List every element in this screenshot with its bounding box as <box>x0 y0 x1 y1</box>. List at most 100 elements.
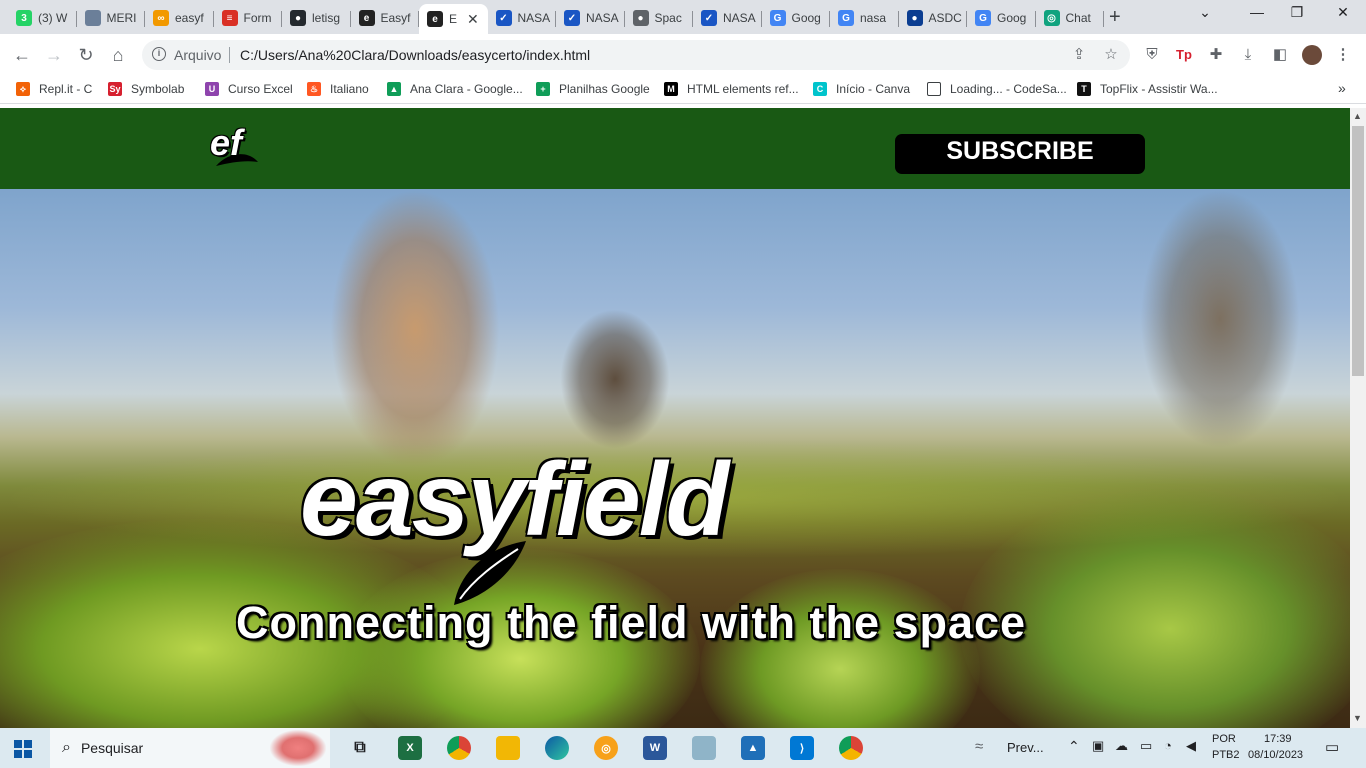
bookmark-item[interactable]: Sy Symbolab <box>108 82 184 96</box>
notes-app-icon[interactable] <box>692 736 716 760</box>
volume-icon[interactable]: ◀ <box>1186 738 1196 754</box>
browser-tab[interactable]: MERI <box>77 4 145 32</box>
onedrive-icon[interactable]: ☁ <box>1115 738 1128 754</box>
back-icon[interactable]: ← <box>11 44 33 66</box>
browser-tab[interactable]: G Goog <box>762 4 830 32</box>
tab-title: NASA <box>517 11 551 25</box>
notifications-icon[interactable]: ▭ <box>1325 738 1339 756</box>
more-bookmarks-icon[interactable]: » <box>1338 80 1346 96</box>
excel-icon[interactable]: X <box>398 736 422 760</box>
browser-app-icon[interactable]: ◎ <box>594 736 618 760</box>
browser-tab[interactable]: e E ✕ <box>419 4 488 34</box>
site-header: ef SUBSCRIBE <box>0 108 1350 189</box>
tab-title: Spac <box>654 11 682 25</box>
bookmark-label: Planilhas Google <box>559 82 650 96</box>
clock-date[interactable]: 08/10/2023 <box>1248 749 1303 761</box>
browser-tab[interactable]: 3 (3) W <box>8 4 77 32</box>
browser-tab[interactable]: ✓ NASA <box>693 4 762 32</box>
site-logo[interactable]: ef <box>208 122 264 172</box>
bookmark-item[interactable]: M HTML elements ref... <box>664 82 799 96</box>
search-placeholder: Pesquisar <box>80 740 144 756</box>
side-panel-icon[interactable]: ◧ <box>1271 46 1289 64</box>
browser-tab[interactable]: e Easyf <box>351 4 419 32</box>
browser-tab[interactable]: ✓ NASA <box>488 4 556 32</box>
weather-icon[interactable]: ≈ <box>975 738 983 755</box>
taskbar-search[interactable]: ⌕ Pesquisar <box>50 728 330 768</box>
tray-overflow-icon[interactable]: ⌃ <box>1068 738 1080 755</box>
vscode-icon[interactable]: ⟩ <box>790 736 814 760</box>
bookmark-star-icon[interactable]: ☆ <box>1102 46 1120 64</box>
tp-extension-icon[interactable]: Tp <box>1175 46 1193 64</box>
page-scrollbar[interactable]: ▲ ▼ <box>1350 108 1366 728</box>
browser-tab[interactable]: ● Spac <box>625 4 693 32</box>
scroll-down-icon[interactable]: ▼ <box>1353 713 1362 723</box>
task-view-icon[interactable]: ⧉ <box>348 736 372 760</box>
nasa-meatball-icon: ● <box>906 10 923 26</box>
bookmark-item[interactable]: ▲ Ana Clara - Google... <box>387 82 523 96</box>
windows-taskbar: ⌕ Pesquisar ⧉ X ◎ W ▲ ⟩ ≈ Prev... ⌃ ▣ ☁ … <box>0 728 1366 768</box>
clock-time[interactable]: 17:39 <box>1264 733 1292 745</box>
tab-title: Easyf <box>380 11 411 25</box>
bookmark-item[interactable]: U Curso Excel <box>205 82 293 96</box>
keyboard-layout[interactable]: PTB2 <box>1212 749 1240 761</box>
browser-tab[interactable]: ● letisg <box>282 4 351 32</box>
bookmarks-bar: ⟡ Repl.it - C Sy Symbolab U Curso Excel ♨ Itali… <box>0 76 1366 104</box>
nasa-icon: ✓ <box>495 10 512 26</box>
browser-tab[interactable]: ✓ NASA <box>556 4 625 32</box>
info-icon[interactable]: i <box>152 47 166 61</box>
browser-tab[interactable]: Gnasa <box>830 4 899 32</box>
edge-icon[interactable] <box>545 736 569 760</box>
bookmark-item[interactable]: Loading... - CodeSa... <box>927 82 1067 96</box>
meet-icon[interactable]: ▣ <box>1092 738 1104 754</box>
chrome-profile-icon[interactable] <box>839 736 863 760</box>
mdn-icon: M <box>664 82 678 96</box>
bookmark-item[interactable]: ⟡ Repl.it - C <box>16 82 92 96</box>
start-button[interactable] <box>14 740 32 758</box>
tab-search-icon[interactable]: ⌄ <box>1185 4 1225 28</box>
tab-title: nasa <box>860 11 887 25</box>
bookmark-item[interactable]: ♨ Italiano <box>307 82 369 96</box>
battery-icon[interactable]: ▭ <box>1140 738 1152 754</box>
url-text[interactable]: C:/Users/Ana%20Clara/Downloads/easycerto… <box>240 47 590 63</box>
browser-tab[interactable]: ◎ Chat <box>1036 4 1104 32</box>
minimize-icon[interactable]: — <box>1237 4 1277 28</box>
browser-tab[interactable]: ● ASDC <box>899 4 967 32</box>
scroll-up-icon[interactable]: ▲ <box>1353 111 1362 121</box>
download-icon[interactable]: ⤓ <box>1239 46 1257 64</box>
wifi-icon[interactable]: ◔ <box>1164 738 1172 753</box>
address-bar[interactable]: i Arquivo C:/Users/Ana%20Clara/Downloads… <box>142 40 1130 70</box>
forward-icon[interactable]: → <box>43 44 65 66</box>
scroll-thumb[interactable] <box>1352 126 1364 376</box>
photos-icon[interactable]: ▲ <box>741 736 765 760</box>
home-icon[interactable]: ⌂ <box>107 44 129 66</box>
globe-icon: ● <box>632 10 649 26</box>
restore-icon[interactable]: ❐ <box>1277 4 1317 28</box>
bookmark-item[interactable]: + Planilhas Google <box>536 82 650 96</box>
close-tab-icon[interactable]: ✕ <box>467 11 479 28</box>
language-code[interactable]: POR <box>1212 733 1236 745</box>
browser-tab[interactable]: ∞ easyf <box>145 4 214 32</box>
chrome-icon[interactable] <box>447 736 471 760</box>
weather-label[interactable]: Prev... <box>1007 740 1044 755</box>
google-translate-icon: G <box>769 10 786 26</box>
browser-tab[interactable]: ≡ Form <box>214 4 282 32</box>
subscribe-button[interactable]: SUBSCRIBE <box>895 134 1145 174</box>
word-icon[interactable]: W <box>643 736 667 760</box>
reload-icon[interactable]: ↻ <box>75 44 97 66</box>
profile-avatar[interactable] <box>1302 45 1322 65</box>
bookmark-item[interactable]: T TopFlix - Assistir Wa... <box>1077 82 1218 96</box>
shield-extension-icon[interactable]: ⛨ <box>1143 46 1161 64</box>
menu-kebab-icon[interactable]: ⋮ <box>1334 46 1352 64</box>
close-window-icon[interactable]: ✕ <box>1323 4 1363 28</box>
bookmark-item[interactable]: C Início - Canva <box>813 82 910 96</box>
file-explorer-icon[interactable] <box>496 736 520 760</box>
worker-silhouette <box>560 309 670 449</box>
tab-title: Form <box>243 11 272 25</box>
new-tab-icon[interactable]: + <box>1109 6 1121 29</box>
share-icon[interactable]: ⇪ <box>1070 46 1088 64</box>
web-page: ef SUBSCRIBE easyfield Connecting the fi… <box>0 108 1350 728</box>
browser-tab[interactable]: G Goog <box>967 4 1036 32</box>
bookmark-label: Symbolab <box>131 82 185 96</box>
hero-banner: easyfield Connecting the field with the … <box>0 189 1350 728</box>
extensions-puzzle-icon[interactable]: ✚ <box>1207 46 1225 64</box>
